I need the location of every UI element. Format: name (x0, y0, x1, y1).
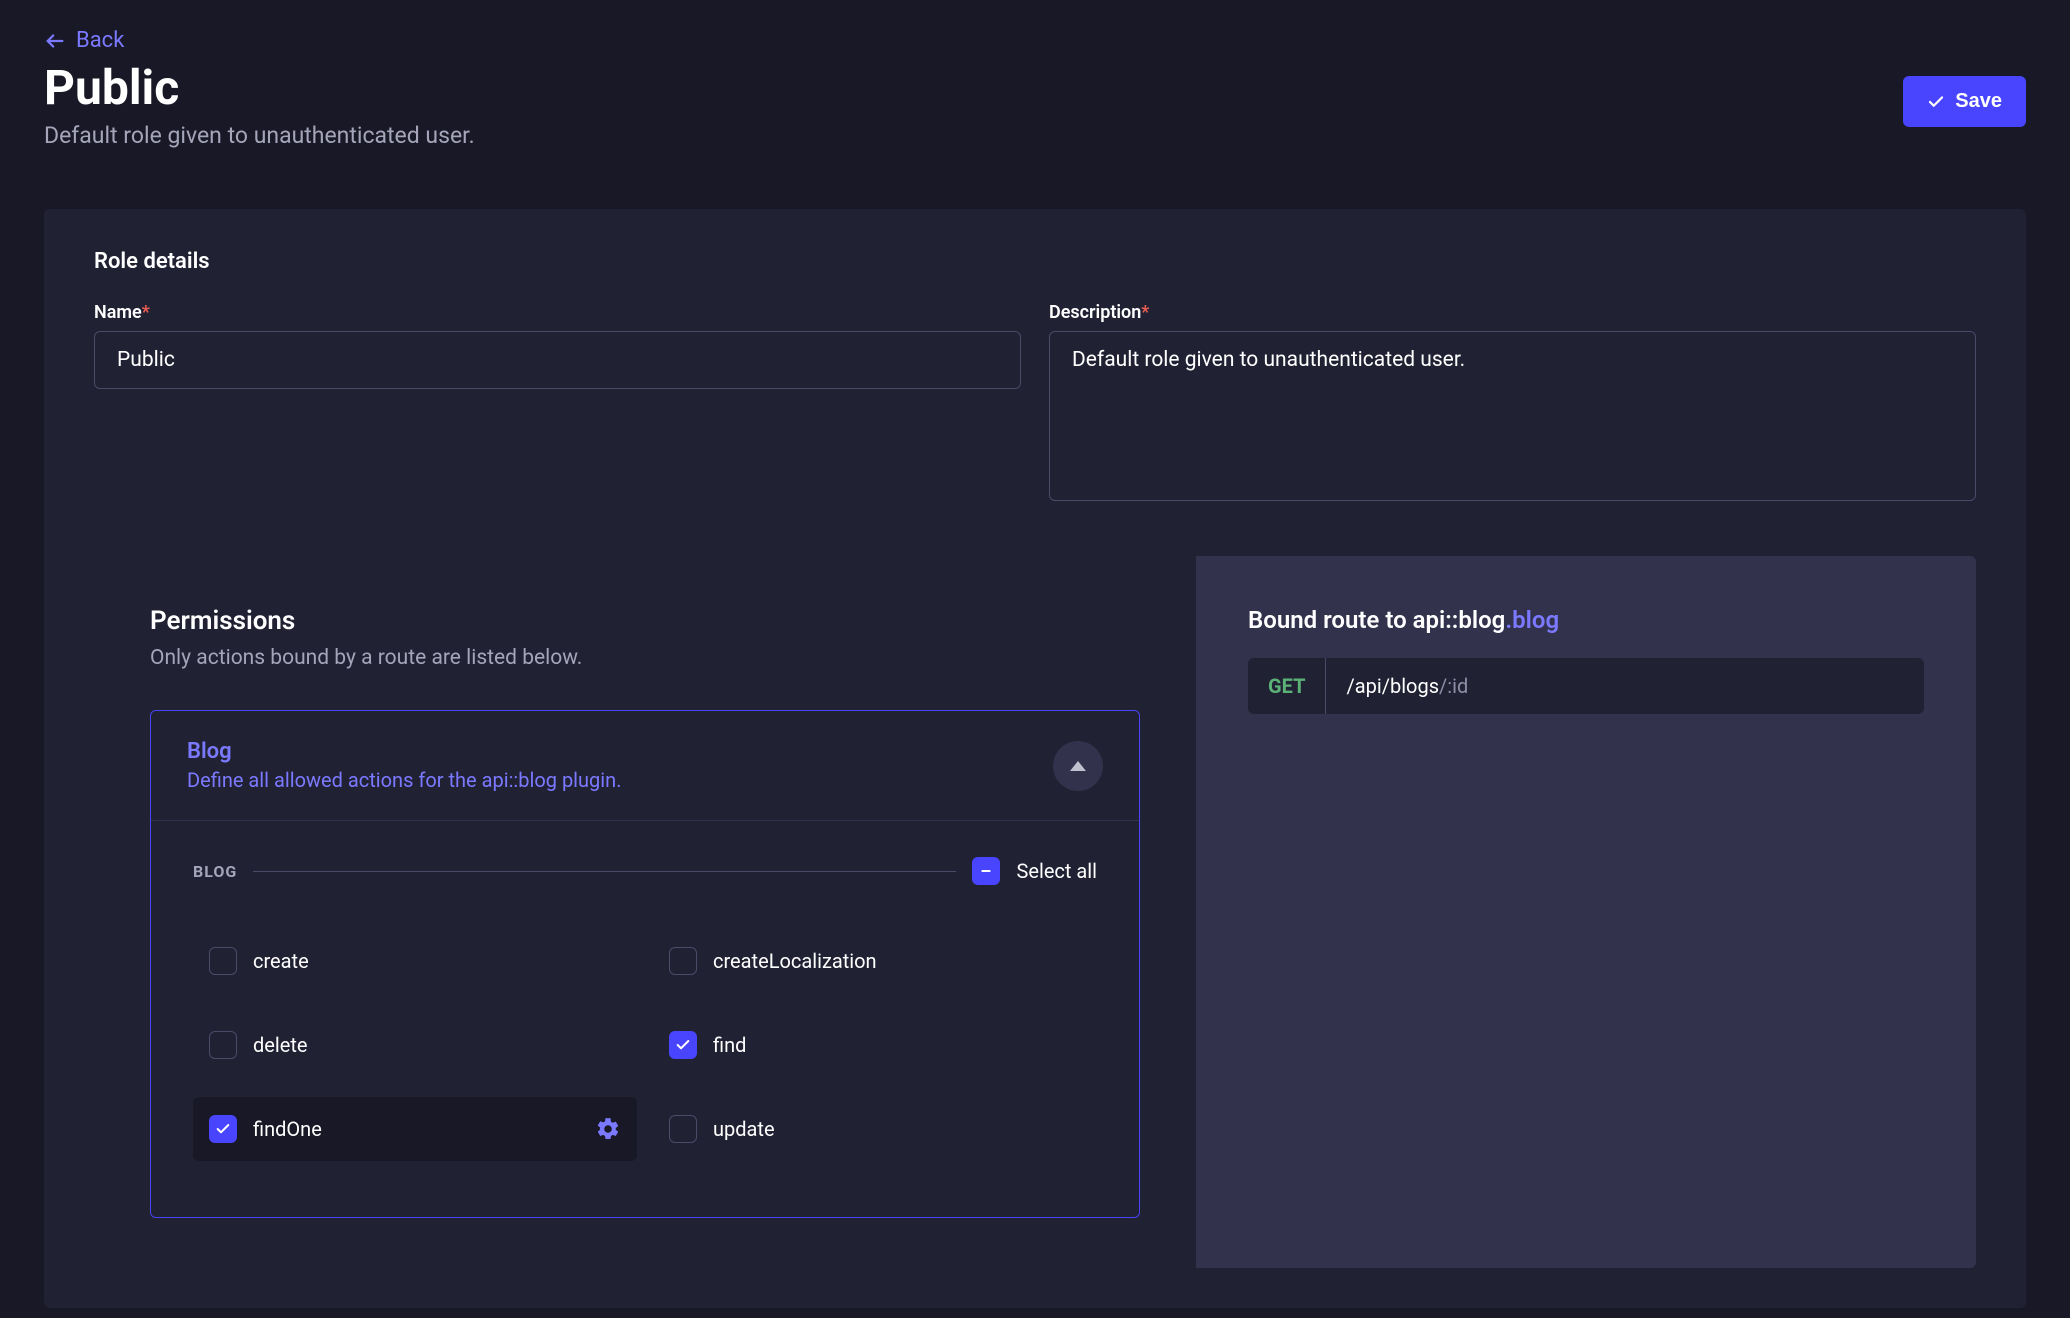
select-all-checkbox[interactable] (972, 857, 1000, 885)
plugin-header[interactable]: Blog Define all allowed actions for the … (151, 711, 1139, 820)
action-checkbox-create[interactable] (209, 947, 237, 975)
permissions-panel: Permissions Only actions bound by a rout… (94, 556, 1196, 1268)
http-method-tag: GET (1248, 658, 1326, 714)
action-item-create[interactable]: create (193, 929, 637, 993)
arrow-left-icon (44, 30, 66, 52)
action-label: findOne (253, 1117, 322, 1141)
action-checkbox-update[interactable] (669, 1115, 697, 1143)
action-label: create (253, 949, 309, 973)
role-details-panel: Role details Name* Description* Default … (44, 209, 2026, 1308)
save-label: Save (1955, 90, 2002, 113)
check-icon (675, 1037, 691, 1053)
caret-up-icon (1070, 760, 1086, 772)
check-icon (1927, 93, 1945, 111)
action-checkbox-findOne[interactable] (209, 1115, 237, 1143)
description-textarea[interactable]: Default role given to unauthenticated us… (1049, 331, 1976, 501)
page-subtitle: Default role given to unauthenticated us… (44, 122, 1903, 149)
bound-route-title: Bound route to api::blog.blog (1248, 606, 1924, 634)
action-item-find[interactable]: find (653, 1013, 1097, 1077)
divider (253, 871, 956, 872)
plugin-description: Define all allowed actions for the api::… (187, 768, 621, 792)
collapse-button[interactable] (1053, 741, 1103, 791)
action-checkbox-find[interactable] (669, 1031, 697, 1059)
action-item-update[interactable]: update (653, 1097, 1097, 1161)
bound-route-panel: Bound route to api::blog.blog GET /api/b… (1196, 556, 1976, 1268)
save-button[interactable]: Save (1903, 76, 2026, 127)
minus-icon (978, 863, 994, 879)
action-checkbox-createLocalization[interactable] (669, 947, 697, 975)
plugin-card-blog: Blog Define all allowed actions for the … (150, 710, 1140, 1218)
back-link[interactable]: Back (44, 28, 124, 53)
role-details-title: Role details (94, 249, 1976, 274)
permissions-title: Permissions (150, 606, 1140, 636)
group-label: BLOG (193, 862, 237, 881)
action-label: delete (253, 1033, 308, 1057)
action-label: find (713, 1033, 746, 1057)
description-label: Description* (1049, 302, 1976, 323)
back-label: Back (76, 28, 124, 53)
action-label: createLocalization (713, 949, 877, 973)
page-title: Public (44, 59, 1903, 116)
name-label: Name* (94, 302, 1021, 323)
name-input[interactable] (94, 331, 1021, 389)
action-item-findOne[interactable]: findOne (193, 1097, 637, 1161)
action-label: update (713, 1117, 775, 1141)
check-icon (215, 1121, 231, 1137)
route-path: /api/blogs/:id (1326, 658, 1488, 714)
route-box: GET /api/blogs/:id (1248, 658, 1924, 714)
permissions-subtitle: Only actions bound by a route are listed… (150, 646, 1140, 670)
action-item-delete[interactable]: delete (193, 1013, 637, 1077)
action-item-createLocalization[interactable]: createLocalization (653, 929, 1097, 993)
gear-icon[interactable] (595, 1116, 621, 1142)
action-checkbox-delete[interactable] (209, 1031, 237, 1059)
select-all-label: Select all (1016, 859, 1097, 883)
plugin-name: Blog (187, 739, 621, 764)
